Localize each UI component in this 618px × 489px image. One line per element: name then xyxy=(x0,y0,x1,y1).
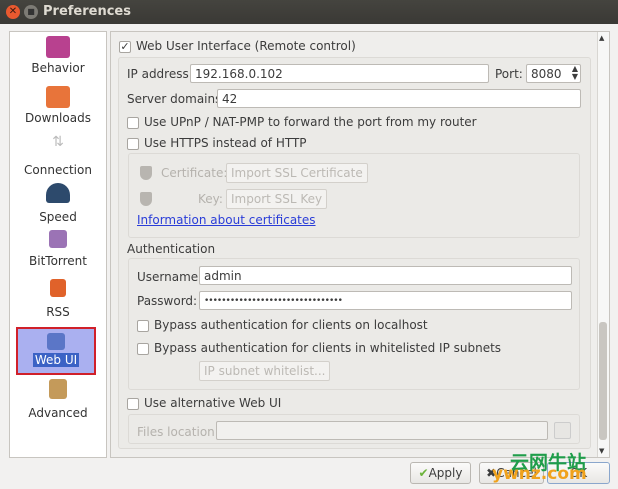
speedometer-icon xyxy=(46,183,70,203)
key-label: Key: xyxy=(198,192,223,206)
title-bar: ✕ ■ Preferences xyxy=(0,0,618,24)
bittorrent-icon xyxy=(49,230,67,248)
webui-enable-checkbox[interactable]: ✓ Web User Interface (Remote control) xyxy=(119,39,356,53)
spin-arrows-icon[interactable]: ▲ ▼ xyxy=(572,65,578,81)
behavior-icon xyxy=(46,36,70,58)
webui-icon xyxy=(47,333,65,350)
ip-address-input[interactable]: 192.168.0.102 xyxy=(190,64,489,83)
https-checkbox[interactable]: Use HTTPS instead of HTTP xyxy=(127,136,307,150)
port-label: Port: xyxy=(495,67,523,81)
close-button[interactable]: ✕ xyxy=(6,5,20,19)
files-location-input[interactable] xyxy=(216,421,548,440)
sidebar-item-label: Behavior xyxy=(31,61,85,75)
checkbox[interactable] xyxy=(127,116,139,129)
sidebar-item-label: Web UI xyxy=(32,353,80,367)
server-domains-input[interactable]: 42 xyxy=(217,89,581,108)
certificates-info-link[interactable]: Information about certificates xyxy=(137,213,316,227)
server-domains-label: Server domains: xyxy=(127,92,226,106)
browse-folder-button[interactable] xyxy=(554,422,571,439)
watermark-url: ywnz.com xyxy=(492,464,587,484)
files-location-label: Files location: xyxy=(137,425,219,439)
checkbox[interactable] xyxy=(137,342,149,355)
sidebar-item-label: RSS xyxy=(46,305,70,319)
sidebar-item-behavior[interactable]: Behavior xyxy=(10,36,106,75)
sidebar-item-connection[interactable]: ⇅ Connection xyxy=(10,134,106,177)
connection-arrows-icon: ⇅ xyxy=(52,134,64,150)
rss-icon xyxy=(50,279,66,297)
certificate-label: Certificate: xyxy=(161,166,228,180)
checkbox[interactable] xyxy=(137,319,149,332)
bypass-localhost-checkbox[interactable]: Bypass authentication for clients on loc… xyxy=(137,318,428,332)
bypass-whitelist-checkbox[interactable]: Bypass authentication for clients in whi… xyxy=(137,341,501,355)
minimize-button[interactable]: ■ xyxy=(24,5,38,19)
import-key-button[interactable]: Import SSL Key xyxy=(226,189,328,209)
username-label: Username: xyxy=(137,270,203,284)
sidebar-item-downloads[interactable]: Downloads xyxy=(10,86,106,125)
ip-whitelist-button[interactable]: IP subnet whitelist... xyxy=(199,361,331,381)
sidebar-item-speed[interactable]: Speed xyxy=(10,183,106,224)
scroll-down-icon[interactable]: ▼ xyxy=(599,447,604,455)
checkmark-icon: ✔ xyxy=(418,466,429,480)
sidebar: Behavior Downloads ⇅ Connection Speed Bit… xyxy=(9,31,107,458)
password-input[interactable]: •••••••••••••••••••••••••••••••• xyxy=(199,291,572,310)
folder-download-icon xyxy=(46,86,70,108)
shield-icon xyxy=(140,192,152,206)
checkbox[interactable] xyxy=(127,397,139,410)
import-certificate-button[interactable]: Import SSL Certificate xyxy=(226,163,368,183)
sidebar-item-label: Advanced xyxy=(28,406,88,420)
sidebar-item-rss[interactable]: RSS xyxy=(10,279,106,319)
ip-address-label: IP address: xyxy=(127,67,193,81)
sidebar-item-label: Speed xyxy=(39,210,77,224)
sidebar-item-bittorrent[interactable]: BitTorrent xyxy=(10,230,106,268)
sidebar-item-label: BitTorrent xyxy=(29,254,87,268)
apply-button[interactable]: ✔Apply xyxy=(410,462,471,484)
scrollbar-thumb[interactable] xyxy=(599,322,607,440)
toolbox-icon xyxy=(49,379,67,399)
checkbox[interactable] xyxy=(127,137,139,150)
scroll-up-icon[interactable]: ▲ xyxy=(599,34,604,42)
upnp-checkbox[interactable]: Use UPnP / NAT-PMP to forward the port f… xyxy=(127,115,477,129)
sidebar-item-label: Downloads xyxy=(25,111,91,125)
sidebar-item-label: Connection xyxy=(24,163,92,177)
sidebar-item-webui[interactable]: Web UI xyxy=(16,327,96,375)
checkbox-checked[interactable]: ✓ xyxy=(119,40,131,53)
username-input[interactable]: admin xyxy=(199,266,572,285)
alt-webui-checkbox[interactable]: Use alternative Web UI xyxy=(127,396,281,410)
sidebar-item-advanced[interactable]: Advanced xyxy=(10,379,106,420)
window-title: Preferences xyxy=(43,4,131,19)
authentication-heading: Authentication xyxy=(127,242,216,256)
password-label: Password: xyxy=(137,294,198,308)
shield-icon xyxy=(140,166,152,180)
port-spinbox[interactable]: 8080 ▲ ▼ xyxy=(526,64,581,83)
